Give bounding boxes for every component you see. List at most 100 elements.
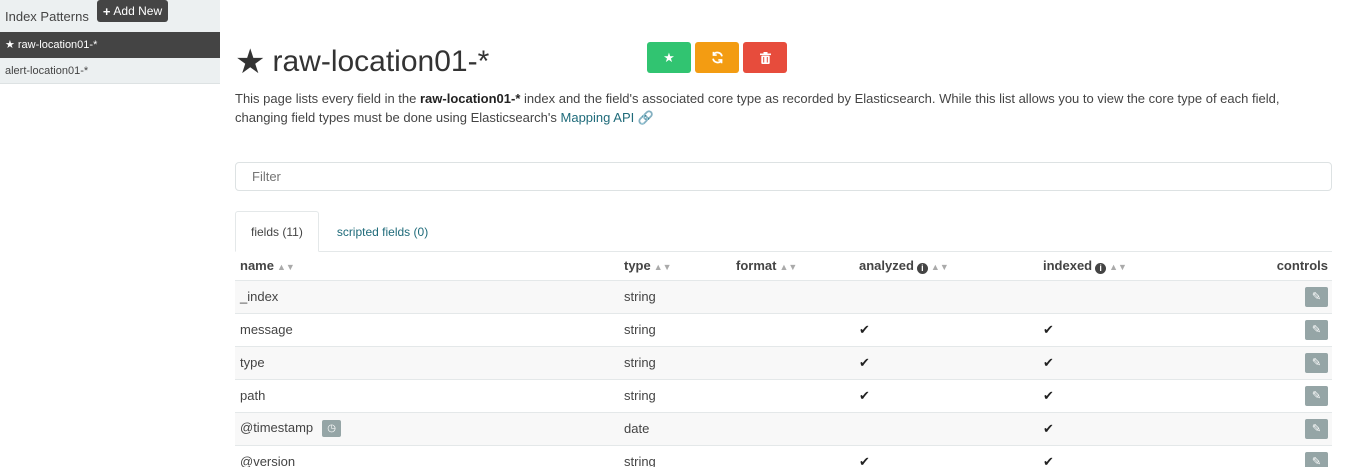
field-analyzed-cell: ✔ [854,379,1038,413]
mapping-api-link-label: Mapping API [560,110,635,125]
sidebar-item-label: alert-location01-* [5,64,89,77]
pencil-icon: ✎ [1311,324,1322,336]
column-name-label: name [240,258,274,274]
column-type[interactable]: type ▲▼ [619,252,731,281]
check-icon: ✔ [1043,354,1054,370]
field-name: message [240,322,293,337]
sort-icon: ▲▼ [653,262,672,273]
table-row: path string ✔ ✔ ✎ [235,379,1332,413]
sidebar-item-label: raw-location01-* [17,38,98,51]
index-pattern-list: ★ raw-location01-* alert-location01-* [0,32,220,84]
column-analyzed[interactable]: analyzed i ▲▼ [854,252,1038,281]
column-format[interactable]: format ▲▼ [731,252,854,281]
field-controls-cell: ✎ [1218,280,1332,314]
column-format-label: format [736,258,777,274]
field-type: string [619,313,731,347]
column-name[interactable]: name ▲▼ [235,252,619,281]
edit-field-button[interactable]: ✎ [1305,319,1328,340]
edit-field-button[interactable]: ✎ [1305,451,1328,467]
tab-scripted-fields[interactable]: scripted fields (0) [319,211,443,252]
edit-field-button[interactable]: ✎ [1305,418,1328,439]
column-controls: controls [1218,252,1332,281]
column-analyzed-label: analyzed [859,257,914,273]
field-format [731,313,854,347]
fields-table: name ▲▼ type ▲▼ format ▲▼ analyzed i ▲▼ index… [235,252,1332,467]
link-icon: 🔗 [637,110,655,125]
table-header-row: name ▲▼ type ▲▼ format ▲▼ analyzed i ▲▼ index… [235,252,1332,281]
field-name-cell: @version [235,445,619,467]
column-indexed-label: indexed [1043,257,1093,273]
field-indexed-cell: ✔ [1038,379,1218,413]
table-row: @version string ✔ ✔ ✎ [235,445,1332,467]
tab-scripted-count: (0) [413,224,429,239]
field-format [731,445,854,467]
column-indexed[interactable]: indexed i ▲▼ [1038,252,1218,281]
star-icon: ★ [5,39,15,51]
page-description: This page lists every field in the raw-l… [235,89,1332,127]
field-name-cell: path [235,379,619,413]
check-icon: ✔ [859,387,870,403]
field-indexed-cell: ✔ [1038,313,1218,347]
field-tabs: fields (11) scripted fields (0) [235,211,1332,252]
edit-field-button[interactable]: ✎ [1305,385,1328,406]
page-title: raw-location01-* [272,45,490,78]
field-name-cell: type [235,346,619,380]
field-controls-cell: ✎ [1218,346,1332,380]
set-default-button[interactable]: ★ [647,42,691,73]
table-row: type string ✔ ✔ ✎ [235,346,1332,380]
field-format [731,379,854,413]
field-analyzed-cell: ✔ [854,346,1038,380]
field-controls-cell: ✎ [1218,313,1332,347]
edit-field-button[interactable]: ✎ [1305,352,1328,373]
field-type: date [619,412,731,446]
sidebar-item-alert-location[interactable]: alert-location01-* [0,58,220,84]
field-indexed-cell: ✔ [1038,445,1218,467]
field-name-cell: @timestamp ◷ [235,412,619,446]
field-name-cell: _index [235,280,619,314]
edit-field-button[interactable]: ✎ [1305,286,1328,307]
pencil-icon: ✎ [1311,291,1322,303]
field-type: string [619,280,731,314]
info-icon[interactable]: i [916,262,928,274]
column-type-label: type [624,258,651,274]
field-indexed-cell: ✔ [1038,346,1218,380]
tab-fields[interactable]: fields (11) [235,211,319,252]
field-analyzed-cell [854,280,1038,314]
mapping-api-link[interactable]: Mapping API 🔗 [561,110,655,125]
pencil-icon: ✎ [1311,456,1322,467]
field-name: @version [240,454,296,467]
info-icon[interactable]: i [1095,262,1107,274]
add-new-button[interactable]: + Add New [96,0,169,22]
field-type: string [619,346,731,380]
table-row: @timestamp ◷ date ✔ ✎ [235,412,1332,446]
check-icon: ✔ [1043,420,1054,436]
refresh-fields-button[interactable] [695,42,739,73]
table-row: message string ✔ ✔ ✎ [235,313,1332,347]
check-icon: ✔ [859,354,870,370]
description-text: This page lists every field in the [235,91,420,106]
sort-icon: ▲▼ [1109,261,1127,272]
sort-icon: ▲▼ [930,261,949,272]
field-analyzed-cell: ✔ [854,445,1038,467]
action-buttons: ★ [647,42,787,73]
check-icon: ✔ [1043,387,1054,403]
filter-input[interactable] [235,162,1332,191]
delete-pattern-button[interactable] [743,42,787,73]
check-icon: ✔ [859,453,870,467]
field-indexed-cell: ✔ [1038,412,1218,446]
field-analyzed-cell [854,412,1038,446]
plus-icon: + [102,3,111,19]
sort-icon: ▲▼ [276,262,295,273]
sidebar-item-raw-location[interactable]: ★ raw-location01-* [0,32,220,58]
add-new-label: Add New [113,4,163,18]
tab-scripted-label: scripted fields [336,224,411,239]
fields-table-body: _index string ✎ message string ✔ ✔ ✎ type string ✔… [235,280,1332,467]
field-format [731,280,854,314]
trash-icon [759,51,771,64]
sidebar: Index Patterns + Add New ★ raw-location0… [0,0,220,467]
field-format [731,412,854,446]
time-field-clock-icon: ◷ [322,420,342,438]
tab-fields-label: fields [251,224,280,239]
field-analyzed-cell: ✔ [854,313,1038,347]
pencil-icon: ✎ [1311,390,1322,402]
